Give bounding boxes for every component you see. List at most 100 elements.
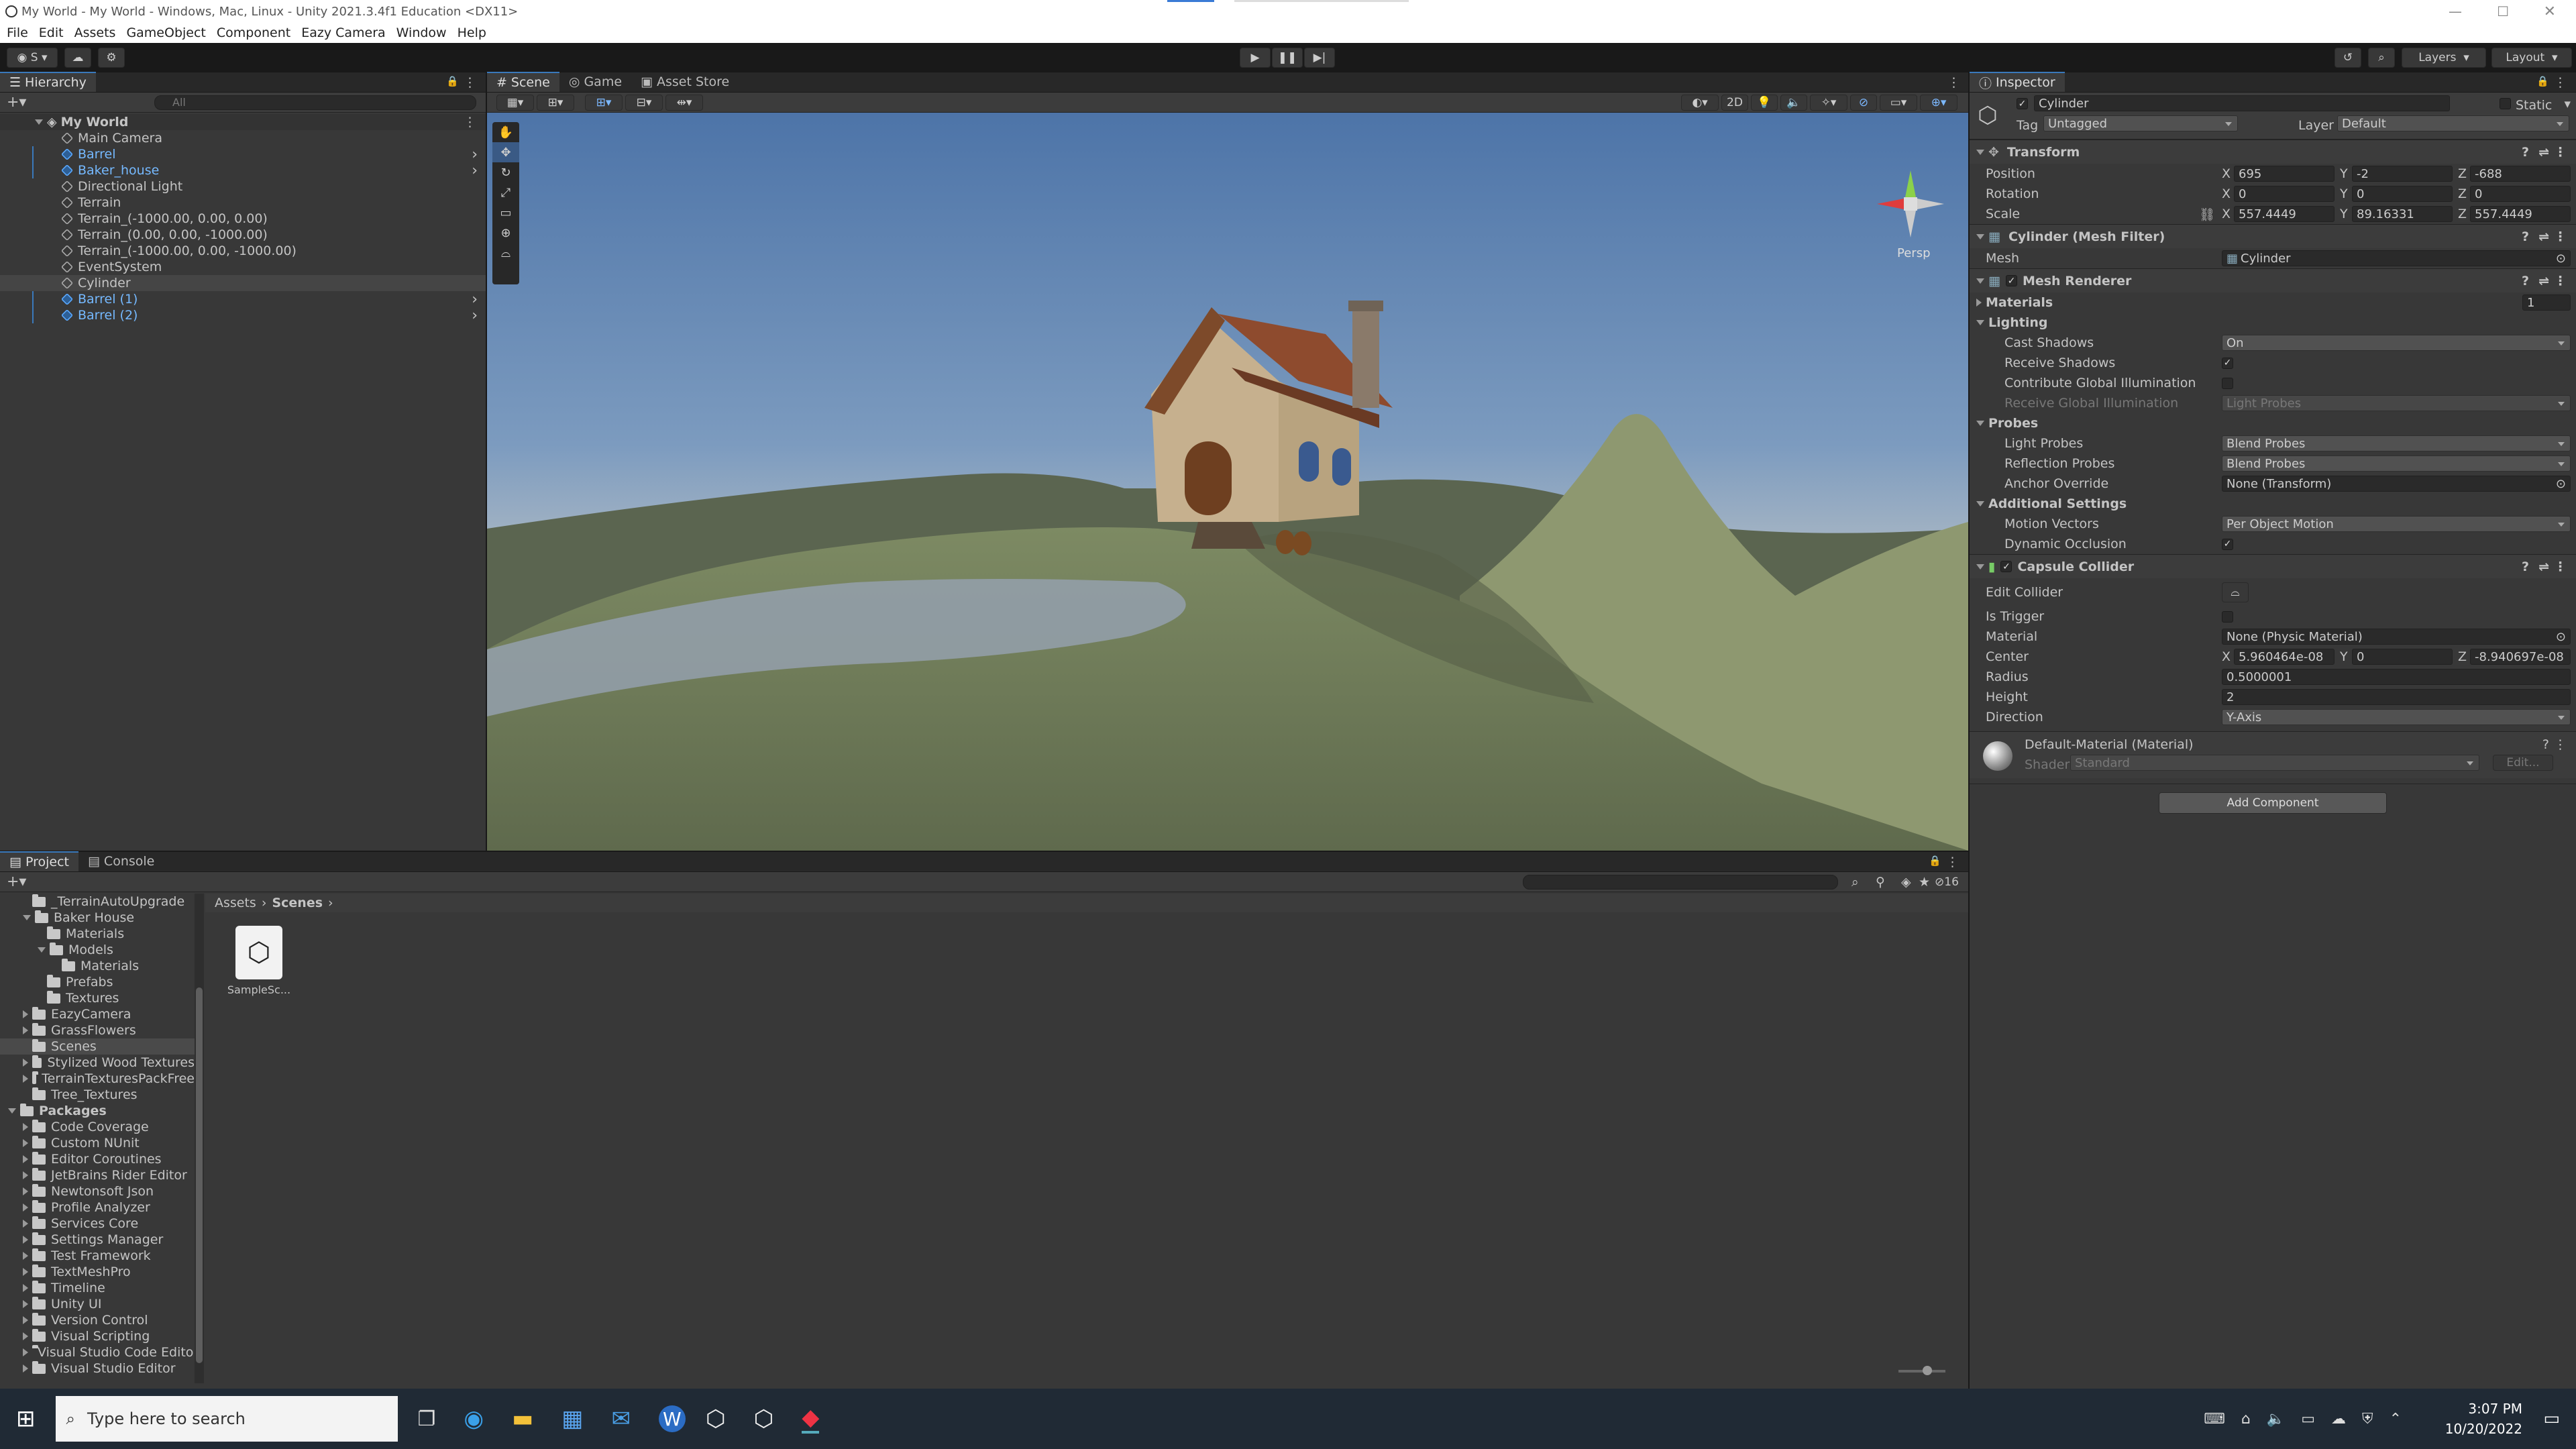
project-folder-item[interactable]: Visual Studio Editor: [0, 1360, 195, 1377]
project-folder-item[interactable]: Tree_Textures: [0, 1087, 195, 1103]
draw-mode-dropdown[interactable]: ▦▾: [496, 94, 534, 111]
icon-size-slider-knob[interactable]: [1923, 1366, 1932, 1375]
expand-arrow-icon[interactable]: [23, 1059, 28, 1067]
expand-arrow-icon[interactable]: [23, 1316, 28, 1324]
mesh-renderer-menu-icon[interactable]: ⋮: [2554, 274, 2567, 288]
pause-button[interactable]: ❚❚: [1272, 48, 1303, 68]
material-menu-icon[interactable]: ⋮: [2554, 737, 2567, 752]
menu-gameobject[interactable]: GameObject: [126, 25, 205, 40]
transform-header[interactable]: ✥ Transform ? ⇌ ⋮: [1970, 140, 2576, 164]
menu-assets[interactable]: Assets: [74, 25, 116, 40]
unity-hub-icon[interactable]: ⬡: [706, 1405, 726, 1432]
add-component-button[interactable]: Add Component: [2159, 792, 2387, 814]
project-folder-item[interactable]: Baker House: [0, 910, 195, 926]
mesh-object-field[interactable]: ▦ Cylinder ⊙: [2222, 250, 2571, 266]
expand-arrow-icon[interactable]: [23, 1300, 28, 1308]
expand-arrow-icon[interactable]: [38, 947, 46, 953]
filter-label-icon[interactable]: ◈: [1901, 875, 1911, 890]
project-folder-item[interactable]: JetBrains Rider Editor: [0, 1167, 195, 1183]
expand-arrow-icon[interactable]: [8, 1108, 16, 1114]
word-icon[interactable]: W: [658, 1405, 686, 1432]
mail-icon[interactable]: ✉: [611, 1405, 631, 1432]
contribute-gi-checkbox[interactable]: [2222, 377, 2233, 389]
scale-x-field[interactable]: 557.4449: [2234, 206, 2334, 222]
lighting-fold-icon[interactable]: [1976, 320, 1984, 325]
battery-icon[interactable]: ▭: [2301, 1411, 2315, 1428]
tab-console[interactable]: ▤ Console: [78, 851, 164, 871]
keyboard-icon[interactable]: ⌨: [2204, 1411, 2225, 1428]
cast-shadows-dropdown[interactable]: On: [2222, 335, 2571, 351]
toggle-2d-button[interactable]: 2D: [1721, 94, 1748, 111]
expand-arrow-icon[interactable]: [23, 1155, 28, 1163]
inspector-kebab-icon[interactable]: ⋮: [2554, 75, 2567, 90]
object-picker-icon[interactable]: ⊙: [2556, 477, 2566, 491]
object-name-field[interactable]: Cylinder: [2034, 95, 2450, 111]
tree-scrollbar[interactable]: [195, 894, 204, 1383]
collab-button[interactable]: ⚙: [98, 48, 125, 68]
hierarchy-search-input[interactable]: All: [154, 95, 476, 110]
project-kebab-icon[interactable]: ⋮: [1946, 855, 1959, 869]
cloud-icon[interactable]: ☁: [2331, 1411, 2346, 1428]
rotation-x-field[interactable]: 0: [2234, 186, 2334, 202]
transform-help-icon[interactable]: ?: [2522, 145, 2529, 160]
close-icon[interactable]: ✕: [2544, 3, 2556, 20]
transform-preset-icon[interactable]: ⇌: [2538, 145, 2549, 160]
material-section[interactable]: Default-Material (Material) Shader Stand…: [1970, 731, 2576, 778]
task-view-icon[interactable]: ❐: [418, 1407, 436, 1431]
mesh-renderer-preset-icon[interactable]: ⇌: [2538, 274, 2549, 288]
tree-scrollbar-thumb[interactable]: [196, 987, 203, 1363]
direction-dropdown[interactable]: Y-Axis: [2222, 709, 2571, 725]
object-picker-icon[interactable]: ⊙: [2556, 630, 2566, 644]
tab-inspector[interactable]: ⓘ Inspector: [1970, 72, 2065, 92]
hierarchy-item[interactable]: Cylinder: [0, 275, 486, 291]
notification-icon[interactable]: ▭: [2543, 1409, 2560, 1429]
shading-dropdown[interactable]: ◐▾: [1681, 94, 1719, 111]
project-folder-item[interactable]: Scenes: [0, 1038, 195, 1055]
project-search-input[interactable]: [1523, 874, 1838, 890]
radius-field[interactable]: 0.5000001: [2222, 669, 2571, 685]
rotation-z-field[interactable]: 0: [2470, 186, 2571, 202]
increment-snap-dropdown[interactable]: ⇹▾: [665, 94, 703, 111]
rect-tool-icon[interactable]: ▭: [492, 203, 519, 223]
icon-size-slider[interactable]: [1898, 1366, 1945, 1375]
project-folder-item[interactable]: Newtonsoft Json: [0, 1183, 195, 1199]
motion-vectors-dropdown[interactable]: Per Object Motion: [2222, 516, 2571, 532]
expand-arrow-icon[interactable]: [23, 1332, 28, 1340]
position-y-field[interactable]: -2: [2352, 166, 2453, 182]
project-folder-item[interactable]: Version Control: [0, 1312, 195, 1328]
static-checkbox[interactable]: [2500, 98, 2511, 109]
capsule-collider-header[interactable]: ▮ ✓ Capsule Collider ? ⇌ ⋮: [1970, 554, 2576, 578]
mesh-filter-fold-icon[interactable]: [1976, 233, 1984, 239]
expand-arrow-icon[interactable]: [35, 119, 43, 125]
security-icon[interactable]: ⛨: [2362, 1411, 2373, 1428]
project-folder-item[interactable]: TextMeshPro: [0, 1264, 195, 1280]
tag-dropdown[interactable]: Untagged: [2043, 115, 2238, 131]
project-folder-item[interactable]: Materials: [0, 926, 195, 942]
chevron-right-icon[interactable]: ›: [472, 162, 478, 179]
chevron-right-icon[interactable]: ›: [472, 307, 478, 324]
collider-material-field[interactable]: None (Physic Material) ⊙: [2222, 629, 2571, 645]
hidden-objects-icon[interactable]: ⊘: [1850, 94, 1877, 111]
menu-component[interactable]: Component: [217, 25, 290, 40]
expand-arrow-icon[interactable]: [23, 1220, 28, 1228]
hierarchy-item[interactable]: Baker_house ›: [0, 162, 486, 179]
breadcrumb-assets[interactable]: Assets: [215, 896, 256, 910]
additional-settings-row[interactable]: Additional Settings: [1970, 494, 2576, 514]
capsule-enabled-checkbox[interactable]: ✓: [2000, 561, 2012, 572]
camera-dropdown[interactable]: ▭▾: [1880, 94, 1917, 111]
object-picker-icon[interactable]: ⊙: [2556, 252, 2566, 266]
gizmo-mode-dropdown[interactable]: ⊞▾: [537, 94, 574, 111]
expand-arrow-icon[interactable]: [23, 1348, 28, 1356]
probes-fold-icon[interactable]: [1976, 421, 1984, 426]
store-icon[interactable]: ▦: [561, 1405, 583, 1432]
mesh-renderer-fold-icon[interactable]: [1976, 278, 1984, 284]
transform-menu-icon[interactable]: ⋮: [2554, 145, 2567, 160]
shader-dropdown[interactable]: Standard: [2070, 755, 2479, 771]
expand-arrow-icon[interactable]: [23, 915, 31, 920]
project-folder-item[interactable]: Custom NUnit: [0, 1135, 195, 1151]
materials-row[interactable]: Materials 1: [1970, 292, 2576, 313]
grid-snap-dropdown[interactable]: ⊞▾: [585, 94, 623, 111]
hierarchy-item[interactable]: Barrel (1) ›: [0, 291, 486, 308]
project-folder-item[interactable]: Models: [0, 942, 195, 958]
chevron-up-icon[interactable]: ⌃: [2390, 1411, 2402, 1428]
